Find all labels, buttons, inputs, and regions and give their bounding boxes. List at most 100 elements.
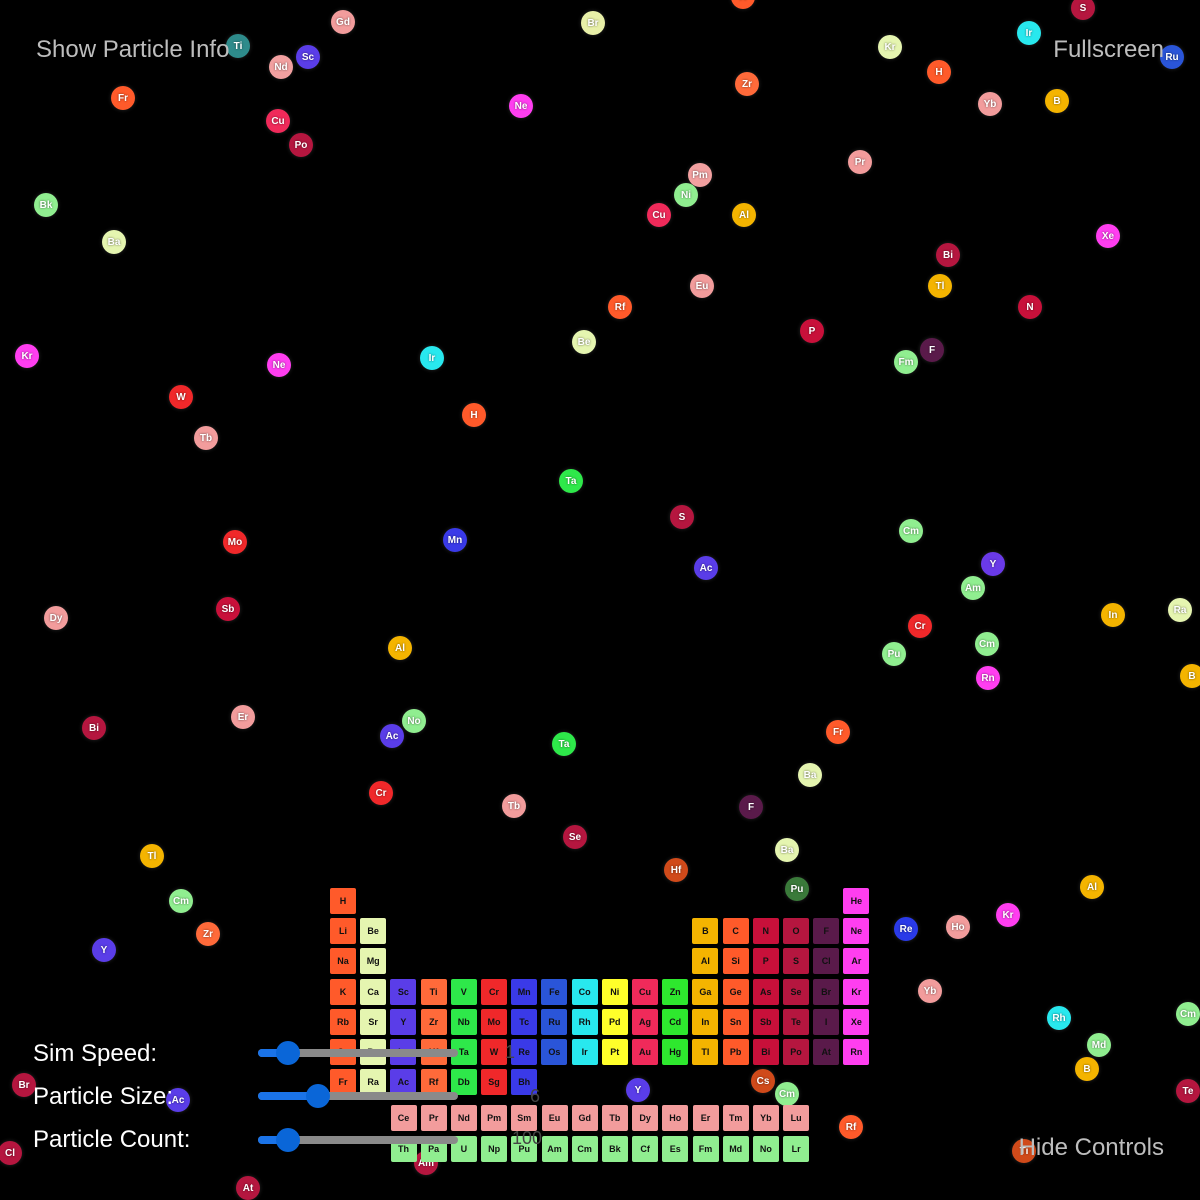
element-cell[interactable]: Tm [722,1105,749,1132]
element-cell[interactable]: V [450,978,477,1005]
element-cell[interactable]: Gd [571,1105,598,1132]
particle-count-slider[interactable] [258,1128,458,1152]
element-cell[interactable]: Sb [752,1008,779,1035]
element-cell[interactable]: Y [390,1008,417,1035]
element-cell[interactable]: Co [571,978,598,1005]
particle: Tl [928,274,952,298]
element-cell[interactable]: Nb [450,1008,477,1035]
element-cell[interactable]: Eu [541,1105,568,1132]
slider-thumb[interactable] [276,1041,300,1065]
element-cell[interactable]: Yb [752,1105,779,1132]
element-cell[interactable]: Kr [843,978,870,1005]
element-cell[interactable]: P [752,948,779,975]
element-cell[interactable]: I [813,1008,840,1035]
element-cell[interactable]: Tl [692,1039,719,1065]
element-cell[interactable]: In [692,1008,719,1035]
element-cell[interactable]: Ag [632,1008,658,1035]
show-particle-info-button[interactable]: Show Particle Info [36,36,229,64]
element-cell[interactable]: Am [541,1135,568,1162]
element-cell[interactable]: N [752,918,779,945]
element-cell[interactable]: Ru [541,1008,568,1035]
element-cell[interactable]: Cu [632,978,658,1005]
element-cell[interactable]: Cf [632,1135,659,1162]
sim-speed-slider[interactable] [258,1041,458,1065]
element-cell[interactable]: Os [541,1039,568,1065]
element-cell[interactable]: Pb [722,1039,749,1065]
element-cell[interactable]: Sg [481,1069,507,1096]
element-cell[interactable]: Er [692,1105,719,1132]
element-cell[interactable]: Ga [692,978,719,1005]
element-cell[interactable]: F [813,918,840,945]
element-cell[interactable]: Pt [601,1039,628,1065]
element-cell[interactable]: Lu [783,1105,810,1132]
element-cell[interactable]: Fe [541,978,568,1005]
element-cell[interactable]: Po [783,1039,809,1065]
slider-thumb[interactable] [306,1084,330,1108]
element-cell[interactable]: Zr [420,1008,447,1035]
element-cell[interactable]: Bk [601,1135,628,1162]
element-cell[interactable]: Na [330,948,356,975]
element-cell[interactable]: Br [813,978,840,1005]
element-cell[interactable]: Ti [420,978,447,1005]
element-cell[interactable]: Tb [601,1105,628,1132]
element-cell[interactable]: Ar [843,948,870,975]
element-cell[interactable]: Dy [632,1105,659,1132]
particle-size-slider[interactable] [258,1084,458,1108]
slider-thumb[interactable] [276,1128,300,1152]
element-cell[interactable]: Cm [571,1135,598,1162]
element-cell[interactable]: Cl [813,948,840,975]
element-cell[interactable]: Es [662,1135,689,1162]
element-cell[interactable]: Bi [752,1039,779,1065]
element-cell[interactable]: Mo [481,1008,507,1035]
element-cell[interactable]: Sc [390,978,417,1005]
hide-controls-button[interactable]: Hide Controls [1019,1134,1164,1162]
element-cell[interactable]: O [783,918,809,945]
element-cell[interactable]: He [843,888,870,914]
element-cell[interactable]: Ir [571,1039,598,1065]
element-cell[interactable]: Se [783,978,809,1005]
element-cell[interactable]: As [752,978,779,1005]
element-cell[interactable]: Al [692,948,719,975]
element-cell[interactable]: Pd [601,1008,628,1035]
element-cell[interactable]: Zn [662,978,689,1005]
element-cell[interactable]: Re [511,1039,538,1065]
element-cell[interactable]: Ge [722,978,749,1005]
element-cell[interactable]: Fm [692,1135,719,1162]
element-cell[interactable]: Hg [662,1039,689,1065]
element-cell[interactable]: K [330,978,356,1005]
fullscreen-button[interactable]: Fullscreen [1053,36,1164,64]
element-cell[interactable]: Ne [843,918,870,945]
element-cell[interactable]: Mn [511,978,538,1005]
element-cell[interactable]: Ca [360,978,387,1005]
element-cell[interactable]: Au [632,1039,658,1065]
element-cell[interactable]: H [330,888,356,914]
element-cell[interactable]: Si [722,948,749,975]
particle: Cr [369,781,393,805]
element-cell[interactable]: Ho [662,1105,689,1132]
element-cell[interactable]: Xe [843,1008,870,1035]
particle: S [1071,0,1095,20]
element-cell[interactable]: Rn [843,1039,870,1065]
element-cell[interactable]: Be [360,918,387,945]
element-cell[interactable]: Mg [360,948,387,975]
element-cell[interactable]: W [481,1039,507,1065]
element-cell[interactable]: Pm [481,1105,508,1132]
element-cell[interactable]: Li [330,918,356,945]
element-cell[interactable]: Np [481,1135,508,1162]
element-cell[interactable]: Rh [571,1008,598,1035]
element-cell[interactable]: C [722,918,749,945]
element-cell[interactable]: B [692,918,719,945]
element-cell[interactable]: Md [722,1135,749,1162]
element-cell[interactable]: No [752,1135,779,1162]
element-cell[interactable]: At [813,1039,840,1065]
element-cell[interactable]: Cd [662,1008,689,1035]
element-cell[interactable]: S [783,948,809,975]
element-cell[interactable]: Cr [481,978,507,1005]
element-cell[interactable]: Lr [783,1135,810,1162]
element-cell[interactable]: Ni [601,978,628,1005]
element-cell[interactable]: Te [783,1008,809,1035]
element-cell[interactable]: Sn [722,1008,749,1035]
element-cell[interactable]: Sr [360,1008,387,1035]
element-cell[interactable]: Tc [511,1008,538,1035]
element-cell[interactable]: Rb [330,1008,356,1035]
